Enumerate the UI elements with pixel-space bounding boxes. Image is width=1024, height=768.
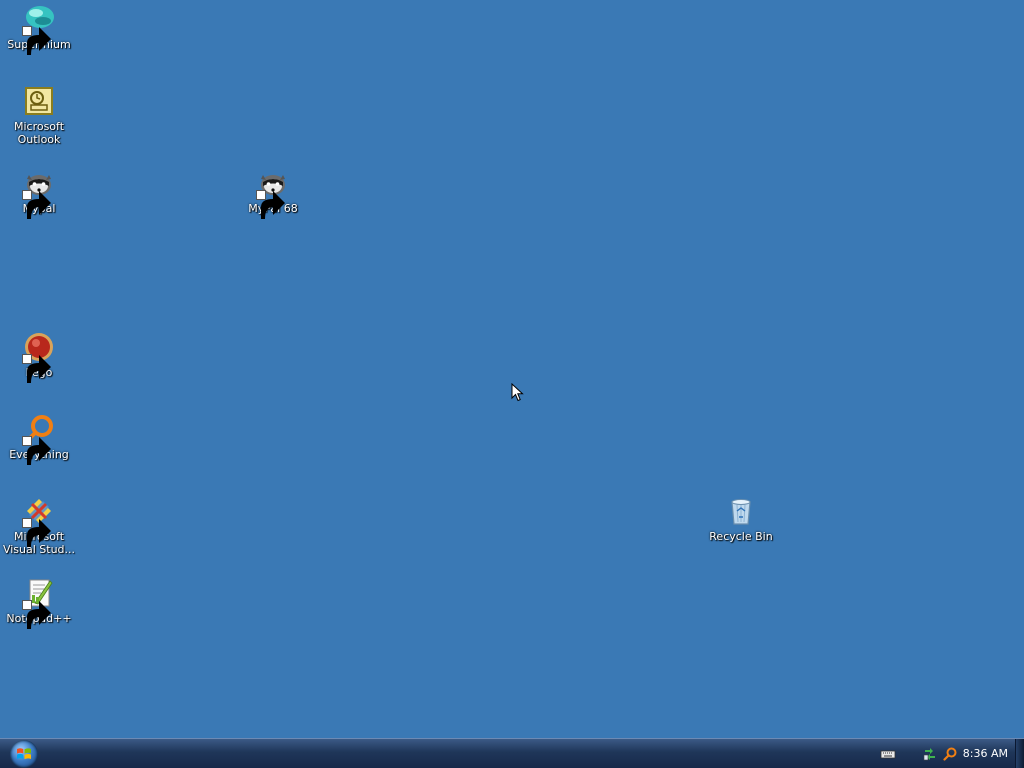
mypal-icon — [22, 166, 56, 219]
taskbar-clock[interactable]: 8:36 AM — [963, 747, 1008, 760]
outlook-icon — [22, 84, 56, 118]
desktop-icon-mypal-68[interactable]: MyPal 68 — [234, 166, 312, 219]
keyboard-icon[interactable] — [880, 747, 896, 761]
desktop-icon-notepad-plus-plus[interactable]: Notepad++ — [0, 576, 78, 629]
shortcut-arrow-icon — [22, 354, 51, 383]
start-button[interactable] — [10, 740, 38, 768]
shortcut-arrow-icon — [22, 600, 51, 629]
search-magnifier-icon[interactable] — [942, 747, 958, 761]
shortcut-arrow-icon — [22, 26, 51, 55]
desktop-icon-label: Microsoft Outlook — [13, 120, 65, 146]
shortcut-arrow-icon — [22, 190, 51, 219]
supermium-icon — [22, 2, 56, 55]
taskbar: 8:36 AM — [0, 738, 1024, 768]
desktop-icon-recycle-bin[interactable]: Recycle Bin — [702, 494, 780, 543]
desktop-icon-pego[interactable]: Pego — [0, 330, 78, 383]
mypal-icon — [256, 166, 290, 219]
windows-logo-icon — [17, 748, 31, 760]
desktop-icon-everything[interactable]: Everything — [0, 412, 78, 465]
show-desktop-button[interactable] — [1015, 739, 1024, 768]
desktop-icon-supermium[interactable]: Supermium — [0, 2, 78, 55]
pego-icon — [22, 330, 56, 383]
notepad-plus-plus-icon — [22, 576, 56, 629]
desktop-icon-microsoft-outlook[interactable]: Microsoft Outlook — [0, 84, 78, 146]
search-magnifier-icon — [22, 412, 56, 465]
mouse-pointer-icon — [511, 383, 524, 402]
desktop-icon-label: Recycle Bin — [709, 530, 773, 543]
shortcut-arrow-icon — [256, 190, 285, 219]
desktop-icon-mypal[interactable]: Mypal — [0, 166, 78, 219]
visual-studio-icon — [22, 494, 56, 547]
recycle-bin-icon — [724, 494, 758, 528]
desktop-icon-microsoft-visual-studio[interactable]: Microsoft Visual Stud... — [0, 494, 78, 556]
desktop[interactable]: Supermium Microsoft Outlook Mypal MyPal … — [0, 0, 1024, 738]
shortcut-arrow-icon — [22, 436, 51, 465]
network-icon[interactable] — [922, 747, 938, 761]
shortcut-arrow-icon — [22, 518, 51, 547]
